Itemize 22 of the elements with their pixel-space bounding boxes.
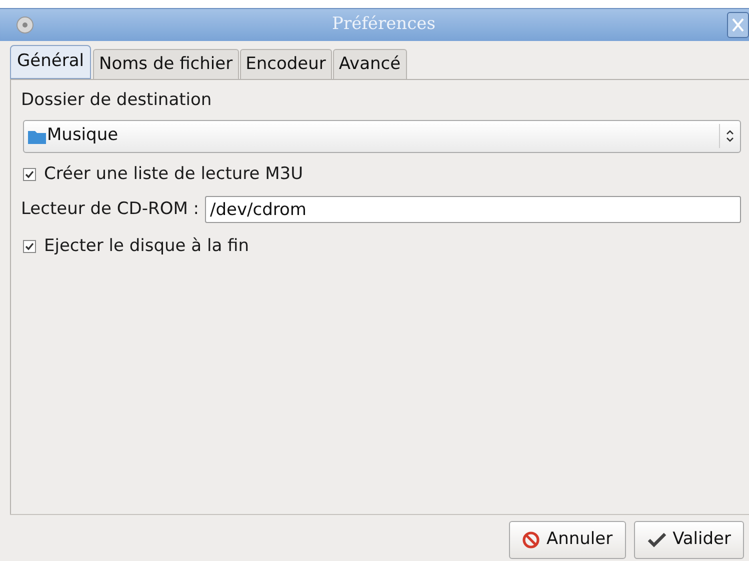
input-field[interactable]: /dev/cdrom bbox=[205, 196, 741, 223]
check-icon bbox=[646, 532, 667, 548]
checkbox[interactable] bbox=[23, 168, 36, 181]
tab[interactable]: Encodeur bbox=[240, 49, 332, 79]
close-button[interactable] bbox=[727, 12, 749, 38]
tab[interactable]: Noms de fichier bbox=[93, 49, 239, 79]
checkbox-label: Créer une liste de lecture M3U bbox=[44, 162, 304, 186]
field-label: Lecteur de CD-ROM : bbox=[21, 198, 200, 221]
checkbox[interactable] bbox=[23, 240, 36, 254]
tab[interactable]: Avancé bbox=[332, 49, 407, 79]
section-label: Dossier de destination bbox=[21, 89, 213, 112]
tab[interactable]: Général bbox=[10, 45, 91, 79]
folder-icon bbox=[28, 128, 46, 144]
window-title: Préférences bbox=[332, 13, 436, 36]
disc-icon bbox=[16, 16, 34, 34]
folder-dropdown[interactable]: Musique bbox=[23, 120, 741, 152]
no-entry-icon bbox=[522, 531, 540, 549]
checkbox-label: Ejecter le disque à la fin bbox=[44, 235, 250, 258]
close-icon bbox=[731, 17, 745, 33]
updown-icon bbox=[726, 130, 734, 142]
ok-button[interactable]: Valider bbox=[634, 521, 744, 559]
cancel-button[interactable]: Annuler bbox=[509, 521, 626, 559]
